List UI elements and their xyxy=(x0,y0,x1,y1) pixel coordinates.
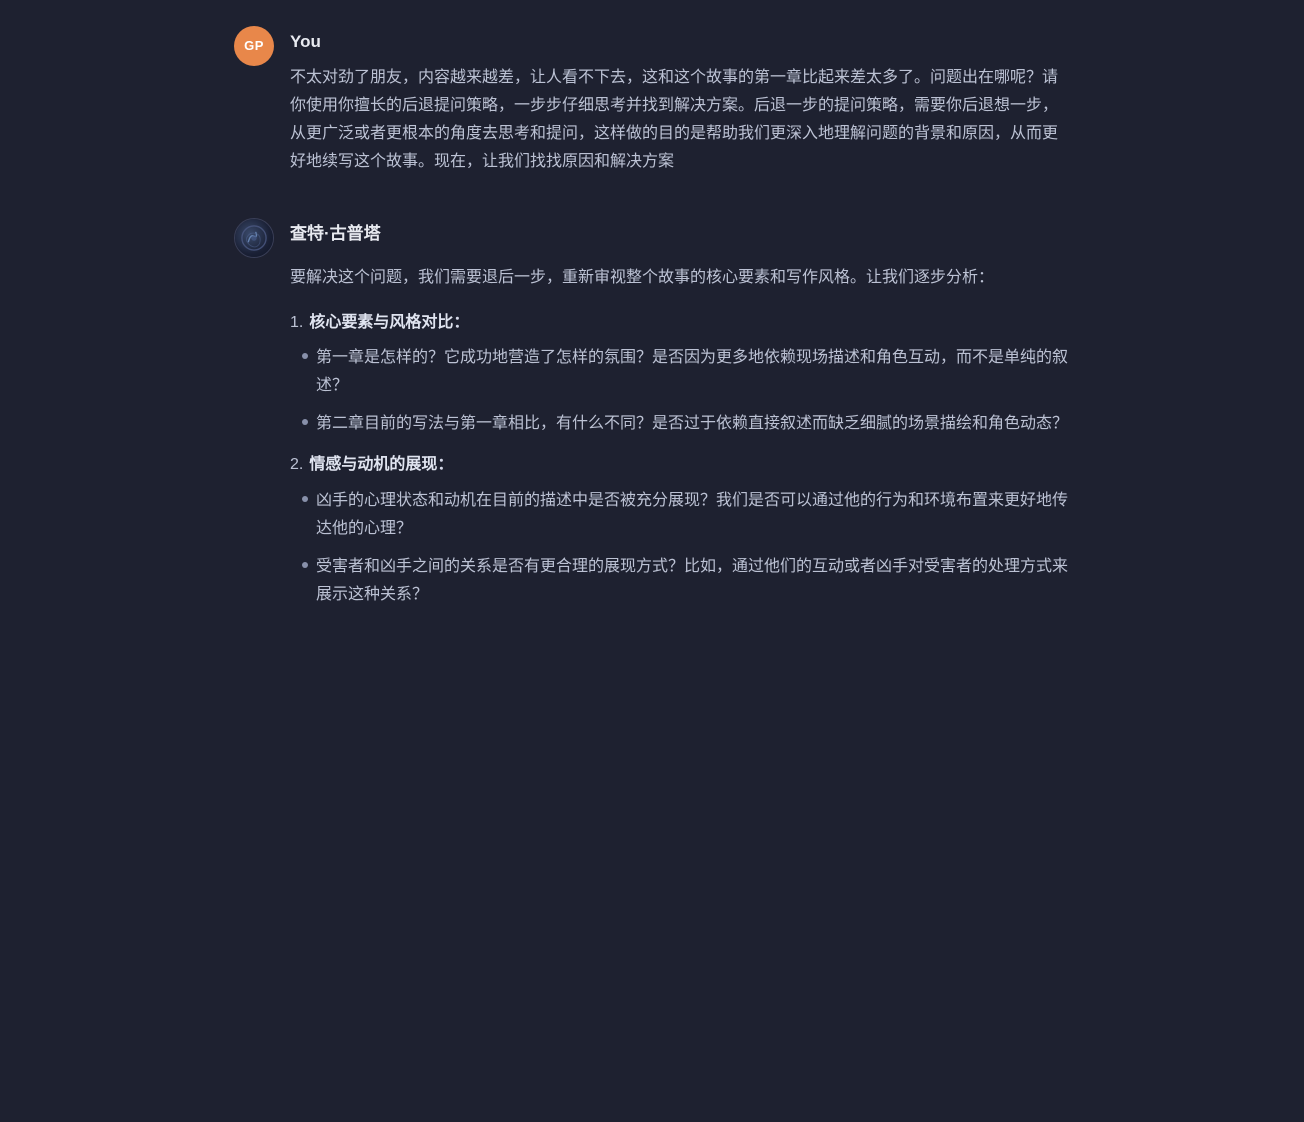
bullet-dot xyxy=(302,419,308,425)
bullet-item: 第二章目前的写法与第一章相比，有什么不同？是否过于依赖直接叙述而缺乏细腻的场景描… xyxy=(302,410,1070,438)
section-1-colon: ： xyxy=(453,314,469,331)
section-1-title: 核心要素与风格对比 xyxy=(309,314,453,331)
bullet-dot xyxy=(302,353,308,359)
user-message-block: GP You 不太对劲了朋友，内容越来越差，让人看不下去，这和这个故事的第一章比… xyxy=(234,24,1070,176)
section-2-title: 情感与动机的展现 xyxy=(309,456,437,473)
bullet-dot xyxy=(302,562,308,568)
bullet-item: 第一章是怎样的？它成功地营造了怎样的氛围？是否因为更多地依赖现场描述和角色互动，… xyxy=(302,344,1070,400)
section-2-colon: ： xyxy=(437,456,453,473)
bullet-text: 受害者和凶手之间的关系是否有更合理的展现方式？比如，通过他们的互动或者凶手对受害… xyxy=(316,553,1070,609)
numbered-item-2: 2. 情感与动机的展现： 凶手的心理状态和动机在目前的描述中是否被充分展现？我们… xyxy=(290,452,1070,608)
section-1-bullets: 第一章是怎样的？它成功地营造了怎样的氛围？是否因为更多地依赖现场描述和角色互动，… xyxy=(290,344,1070,438)
bullet-item: 受害者和凶手之间的关系是否有更合理的展现方式？比如，通过他们的互动或者凶手对受害… xyxy=(302,553,1070,609)
user-message-content: You 不太对劲了朋友，内容越来越差，让人看不下去，这和这个故事的第一章比起来差… xyxy=(290,24,1070,176)
ai-avatar-inner xyxy=(235,218,273,258)
ai-avatar xyxy=(234,218,274,258)
bullet-text: 第一章是怎样的？它成功地营造了怎样的氛围？是否因为更多地依赖现场描述和角色互动，… xyxy=(316,344,1070,400)
user-avatar-initials: GP xyxy=(244,35,264,56)
bullet-item: 凶手的心理状态和动机在目前的描述中是否被充分展现？我们是否可以通过他的行为和环境… xyxy=(302,487,1070,543)
ai-section: 要解决这个问题，我们需要退后一步，重新审视整个故事的核心要素和写作风格。让我们逐… xyxy=(290,264,1070,609)
ai-intro: 要解决这个问题，我们需要退后一步，重新审视整个故事的核心要素和写作风格。让我们逐… xyxy=(290,264,1070,292)
bullet-dot xyxy=(302,496,308,502)
bullet-text: 凶手的心理状态和动机在目前的描述中是否被充分展现？我们是否可以通过他的行为和环境… xyxy=(316,487,1070,543)
bullet-text: 第二章目前的写法与第一章相比，有什么不同？是否过于依赖直接叙述而缺乏细腻的场景描… xyxy=(316,410,1068,438)
numbered-item-1: 1. 核心要素与风格对比： 第一章是怎样的？它成功地营造了怎样的氛围？是否因为更… xyxy=(290,310,1070,438)
user-message-text: 不太对劲了朋友，内容越来越差，让人看不下去，这和这个故事的第一章比起来差太多了。… xyxy=(290,64,1070,176)
section-1-header: 1. 核心要素与风格对比： xyxy=(290,310,1070,336)
numbered-list: 1. 核心要素与风格对比： 第一章是怎样的？它成功地营造了怎样的氛围？是否因为更… xyxy=(290,310,1070,609)
chat-container: GP You 不太对劲了朋友，内容越来越差，让人看不下去，这和这个故事的第一章比… xyxy=(202,0,1102,687)
ai-message-content: 查特·古普塔 要解决这个问题，我们需要退后一步，重新审视整个故事的核心要素和写作… xyxy=(290,216,1070,623)
section-2-number: 2. xyxy=(290,452,303,478)
user-avatar: GP xyxy=(234,26,274,66)
ai-avatar-icon xyxy=(241,225,267,251)
section-2-bullets: 凶手的心理状态和动机在目前的描述中是否被充分展现？我们是否可以通过他的行为和环境… xyxy=(290,487,1070,609)
section-2-header: 2. 情感与动机的展现： xyxy=(290,452,1070,478)
ai-name: 查特·古普塔 xyxy=(290,220,1070,248)
section-1-number: 1. xyxy=(290,310,303,336)
user-name: You xyxy=(290,28,1070,56)
ai-message-block: 查特·古普塔 要解决这个问题，我们需要退后一步，重新审视整个故事的核心要素和写作… xyxy=(234,216,1070,623)
